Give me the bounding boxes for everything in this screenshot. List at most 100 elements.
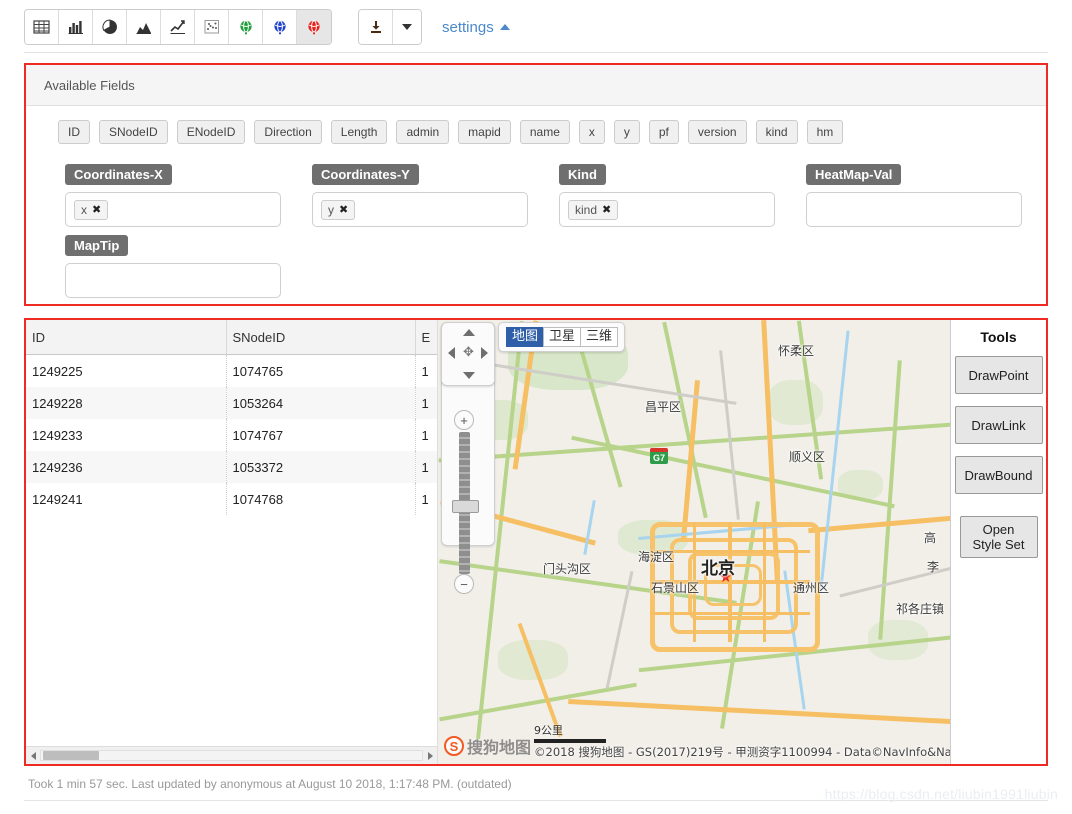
cell-id: 1249241 bbox=[26, 483, 226, 515]
assigned-field-pill[interactable]: x ✖ bbox=[74, 200, 108, 220]
map-label: 石景山区 bbox=[651, 579, 699, 596]
table-row[interactable]: 1249241 1074768 1 bbox=[26, 483, 437, 515]
map-label: 祁各庄镇 bbox=[896, 600, 944, 617]
pan-south-icon[interactable] bbox=[463, 372, 475, 379]
map-label: 门头沟区 bbox=[543, 560, 591, 577]
table-row[interactable]: 1249233 1074767 1 bbox=[26, 419, 437, 451]
field-pill[interactable]: mapid bbox=[458, 120, 511, 144]
draw-link-button[interactable]: DrawLink bbox=[955, 406, 1043, 444]
field-pill[interactable]: version bbox=[688, 120, 747, 144]
download-icon-button[interactable] bbox=[359, 10, 393, 44]
drop-zone-coordinates-x[interactable]: x ✖ bbox=[65, 192, 281, 227]
globe-red-icon-button[interactable] bbox=[297, 10, 331, 44]
globe-blue-icon-button[interactable] bbox=[263, 10, 297, 44]
map-canvas[interactable]: G7 ★ 怀柔区 昌平区 顺义区 门头沟区 海淀区 石景山区 北京 通州区 祁各… bbox=[438, 320, 950, 764]
scatter-chart-icon-button[interactable] bbox=[195, 10, 229, 44]
field-pill[interactable]: Direction bbox=[254, 120, 321, 144]
drop-zone-heatmap-val[interactable] bbox=[806, 192, 1022, 227]
table-horizontal-scrollbar[interactable] bbox=[26, 746, 437, 764]
download-button-group bbox=[358, 9, 422, 45]
pie-chart-icon-button[interactable] bbox=[93, 10, 127, 44]
field-pill[interactable]: Length bbox=[331, 120, 388, 144]
table-row[interactable]: 1249225 1074765 1 bbox=[26, 355, 437, 388]
zoom-slider-track[interactable] bbox=[459, 432, 470, 574]
map-label: 高 bbox=[924, 529, 936, 546]
field-pill[interactable]: SNodeID bbox=[99, 120, 168, 144]
field-pill[interactable]: x bbox=[579, 120, 605, 144]
cell-snodeid: 1074767 bbox=[226, 419, 415, 451]
remove-field-icon[interactable]: ✖ bbox=[92, 203, 101, 216]
table-icon bbox=[33, 19, 50, 35]
data-table-body[interactable]: ID SNodeID E 1249225 1074765 1 1249228 bbox=[26, 320, 437, 746]
globe-green-icon-button[interactable] bbox=[229, 10, 263, 44]
column-header-id[interactable]: ID bbox=[26, 320, 226, 355]
map-label: 昌平区 bbox=[645, 398, 681, 415]
area-chart-icon-button[interactable] bbox=[127, 10, 161, 44]
pan-west-icon[interactable] bbox=[448, 347, 455, 359]
available-fields-header: Available Fields bbox=[26, 65, 1046, 106]
scrollbar-track[interactable] bbox=[40, 750, 423, 761]
map-type-button-weixing[interactable]: 卫星 bbox=[543, 327, 581, 347]
map-container[interactable]: G7 ★ 怀柔区 昌平区 顺义区 门头沟区 海淀区 石景山区 北京 通州区 祁各… bbox=[438, 320, 950, 764]
cell-id: 1249228 bbox=[26, 387, 226, 419]
map-pan-control[interactable]: ✥ bbox=[441, 322, 495, 386]
cell-enodeid: 1 bbox=[415, 451, 437, 483]
scroll-left-icon[interactable] bbox=[26, 748, 40, 763]
remove-field-icon[interactable]: ✖ bbox=[602, 203, 611, 216]
cell-enodeid: 1 bbox=[415, 419, 437, 451]
assigned-field-label: kind bbox=[575, 203, 597, 217]
pan-center-icon[interactable]: ✥ bbox=[461, 344, 476, 359]
field-pill[interactable]: name bbox=[520, 120, 570, 144]
field-pill[interactable]: ENodeID bbox=[177, 120, 246, 144]
field-pill[interactable]: ID bbox=[58, 120, 90, 144]
scroll-right-icon[interactable] bbox=[423, 748, 437, 763]
table-row[interactable]: 1249236 1053372 1 bbox=[26, 451, 437, 483]
data-table: ID SNodeID E 1249225 1074765 1 1249228 bbox=[26, 320, 437, 515]
field-pill[interactable]: hm bbox=[807, 120, 844, 144]
map-type-button-sanwei[interactable]: 三维 bbox=[580, 327, 618, 347]
draw-point-button[interactable]: DrawPoint bbox=[955, 356, 1043, 394]
cell-id: 1249225 bbox=[26, 355, 226, 388]
settings-label: settings bbox=[442, 19, 494, 36]
map-type-button-ditu[interactable]: 地图 bbox=[506, 327, 544, 347]
zoom-slider-thumb[interactable] bbox=[452, 500, 479, 513]
column-header-snodeid[interactable]: SNodeID bbox=[226, 320, 415, 355]
draw-bound-button[interactable]: DrawBound bbox=[955, 456, 1043, 494]
drop-label-maptip: MapTip bbox=[65, 235, 128, 256]
bar-chart-icon bbox=[68, 19, 84, 35]
field-pill[interactable]: kind bbox=[756, 120, 798, 144]
table-header-row: ID SNodeID E bbox=[26, 320, 437, 355]
assigned-field-pill[interactable]: kind ✖ bbox=[568, 200, 618, 220]
remove-field-icon[interactable]: ✖ bbox=[339, 203, 348, 216]
column-header-enodeid[interactable]: E bbox=[415, 320, 437, 355]
open-style-set-line1: Open bbox=[983, 522, 1015, 537]
cell-snodeid: 1074768 bbox=[226, 483, 415, 515]
map-label: 海淀区 bbox=[638, 548, 674, 565]
settings-link[interactable]: settings bbox=[442, 19, 510, 36]
field-pill[interactable]: admin bbox=[396, 120, 449, 144]
zoom-out-button[interactable]: − bbox=[454, 574, 474, 594]
map-zoom-control[interactable]: + − bbox=[448, 382, 486, 470]
assigned-field-pill[interactable]: y ✖ bbox=[321, 200, 355, 220]
line-chart-icon-button[interactable] bbox=[161, 10, 195, 44]
bar-chart-icon-button[interactable] bbox=[59, 10, 93, 44]
pan-north-icon[interactable] bbox=[463, 329, 475, 336]
pan-east-icon[interactable] bbox=[481, 347, 488, 359]
cell-snodeid: 1053264 bbox=[226, 387, 415, 419]
zoom-in-button[interactable]: + bbox=[454, 410, 474, 430]
map-label-capital: 北京 bbox=[701, 554, 735, 579]
table-icon-button[interactable] bbox=[25, 10, 59, 44]
field-pill-list: ID SNodeID ENodeID Direction Length admi… bbox=[26, 106, 1046, 154]
table-row[interactable]: 1249228 1053264 1 bbox=[26, 387, 437, 419]
field-pill[interactable]: y bbox=[614, 120, 640, 144]
download-dropdown-button[interactable] bbox=[393, 10, 421, 44]
drop-zone-coordinates-y[interactable]: y ✖ bbox=[312, 192, 528, 227]
tools-panel-title: Tools bbox=[980, 329, 1016, 345]
view-type-button-group bbox=[24, 9, 332, 45]
scrollbar-thumb[interactable] bbox=[43, 751, 99, 760]
drop-zone-kind[interactable]: kind ✖ bbox=[559, 192, 775, 227]
cell-id: 1249236 bbox=[26, 451, 226, 483]
open-style-set-button[interactable]: Open Style Set bbox=[960, 516, 1038, 558]
drop-zone-maptip[interactable] bbox=[65, 263, 281, 298]
field-pill[interactable]: pf bbox=[649, 120, 679, 144]
